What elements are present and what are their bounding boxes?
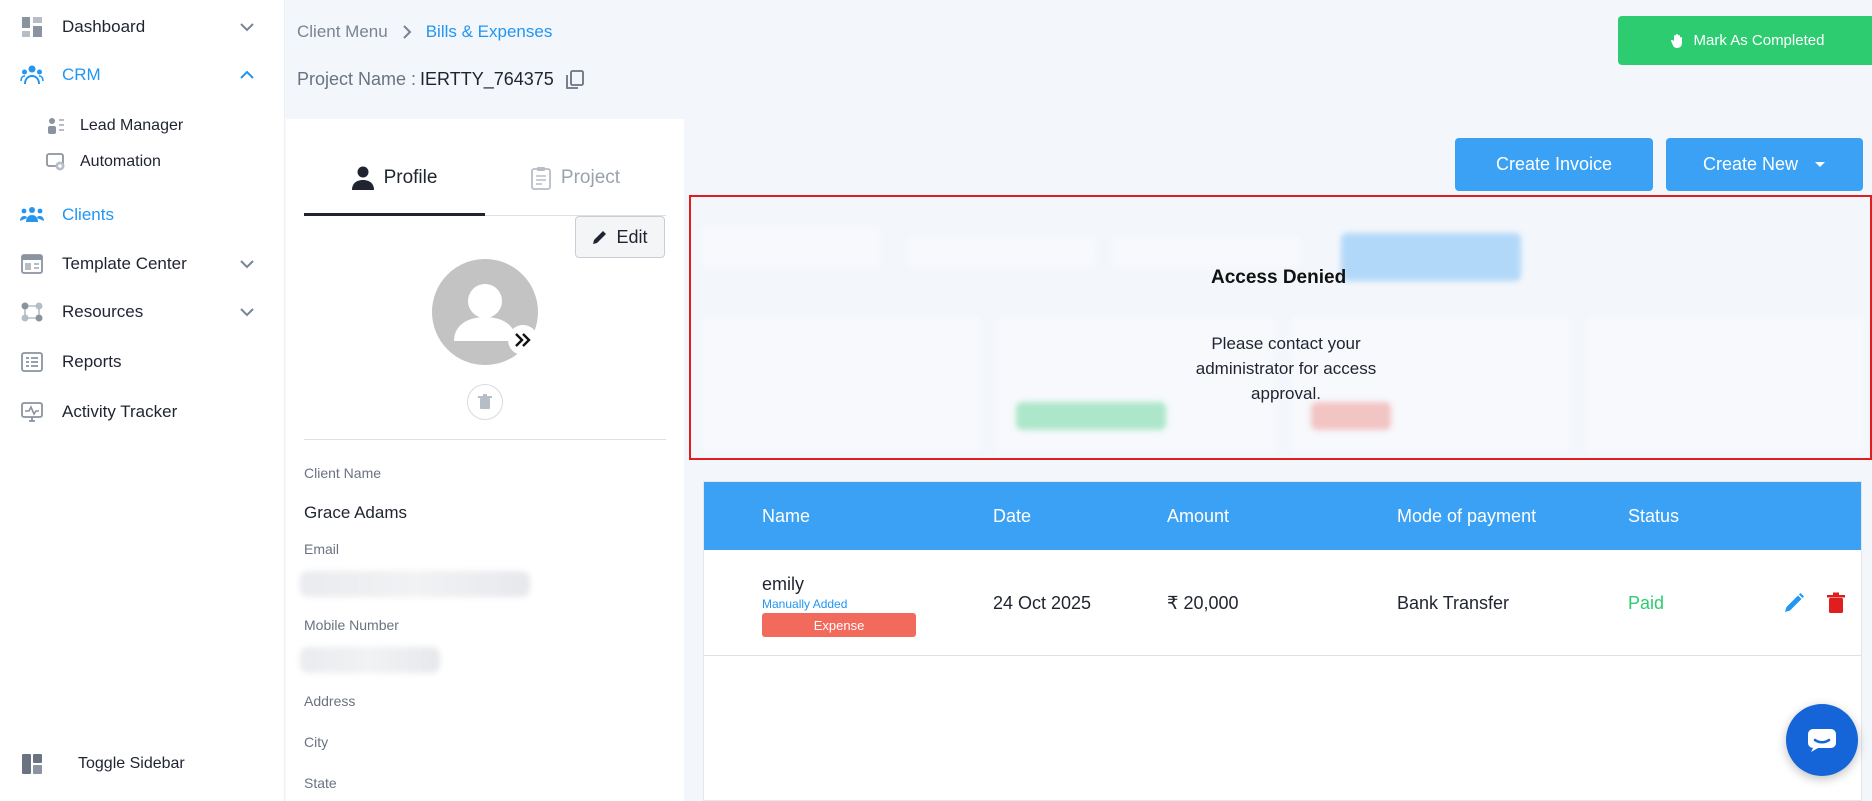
sidebar-item-clients[interactable]: Clients: [20, 197, 256, 233]
mobile-value-redacted: [300, 647, 440, 673]
project-name-label: Project Name :: [297, 69, 417, 89]
resources-icon: [20, 300, 44, 324]
automation-icon: [46, 152, 66, 172]
chevron-right-icon: [403, 25, 412, 39]
mark-as-completed-button[interactable]: Mark As Completed: [1618, 16, 1872, 65]
sidebar-item-dashboard[interactable]: Dashboard: [20, 9, 256, 45]
lead-manager-icon: [46, 116, 66, 136]
row-name: emily: [762, 574, 805, 594]
dashboard-icon: [20, 15, 44, 39]
breadcrumb: Client Menu Bills & Expenses: [297, 22, 552, 42]
tab-project[interactable]: Project: [485, 141, 666, 215]
breadcrumb-bills-expenses[interactable]: Bills & Expenses: [426, 22, 553, 42]
user-icon: [351, 166, 374, 190]
email-label: Email: [304, 541, 340, 557]
document-icon: [531, 167, 551, 190]
chevron-down-icon: [240, 260, 254, 269]
activity-tracker-icon: [20, 400, 44, 424]
avatar-expand-button[interactable]: [508, 325, 538, 355]
sidebar-item-label: CRM: [62, 65, 101, 84]
email-value-redacted: [300, 571, 530, 597]
sidebar: Dashboard CRM Lead Manager Automation Cl…: [0, 0, 285, 801]
toggle-sidebar-button[interactable]: Toggle Sidebar: [20, 746, 256, 782]
access-denied-message: Please contact your administrator for ac…: [1195, 334, 1377, 403]
create-new-button[interactable]: Create New: [1666, 138, 1863, 191]
edit-row-pencil-icon[interactable]: [1783, 592, 1805, 614]
chevron-up-icon: [240, 70, 254, 79]
access-denied-title: Access Denied: [1211, 267, 1347, 288]
clients-icon: [20, 203, 44, 227]
row-mode: Bank Transfer: [1397, 593, 1510, 613]
table-row[interactable]: emily Manually Added Expense 24 Oct 2025…: [704, 550, 1861, 656]
blurred-summary-background: [691, 197, 1870, 458]
sidebar-item-label: Lead Manager: [80, 117, 184, 134]
sidebar-item-label: Resources: [62, 302, 144, 321]
sidebar-item-label: Reports: [62, 352, 122, 371]
sidebar-item-lead-manager[interactable]: Lead Manager: [46, 111, 183, 141]
sidebar-item-resources[interactable]: Resources: [20, 294, 256, 330]
edit-label: Edit: [616, 226, 648, 247]
header-name: Name: [762, 506, 811, 526]
row-type-badge: Expense: [762, 613, 916, 637]
city-label: City: [304, 734, 329, 750]
edit-profile-button[interactable]: Edit: [575, 216, 665, 258]
trash-icon: [478, 394, 492, 409]
row-source-tag: Manually Added: [762, 597, 848, 611]
access-denied-panel: Access Denied Please contact your admini…: [689, 195, 1872, 460]
row-status: Paid: [1628, 593, 1665, 613]
state-label: State: [304, 775, 337, 791]
sidebar-item-label: Dashboard: [62, 17, 146, 36]
header-mode-of-payment: Mode of payment: [1397, 506, 1537, 526]
sidebar-item-label: Template Center: [62, 254, 187, 273]
template-icon: [20, 252, 44, 276]
profile-tabs: Profile Project: [304, 141, 666, 216]
header-status: Status: [1628, 506, 1680, 526]
sidebar-item-automation[interactable]: Automation: [46, 147, 161, 177]
sidebar-item-label: Clients: [62, 205, 114, 224]
sidebar-item-crm[interactable]: CRM: [20, 57, 256, 93]
profile-card: Profile Project Edit Client Name Grace A…: [286, 119, 684, 801]
breadcrumb-client-menu[interactable]: Client Menu: [297, 22, 388, 42]
header-date: Date: [993, 506, 1032, 526]
project-name-line: Project Name : IERTTY_764375: [297, 69, 584, 90]
caret-down-icon: [1815, 161, 1826, 167]
sidebar-item-template-center[interactable]: Template Center: [20, 246, 256, 282]
reports-icon: [20, 350, 44, 374]
mobile-number-label: Mobile Number: [304, 617, 399, 633]
chat-support-button[interactable]: [1786, 704, 1858, 776]
client-name-value: Grace Adams: [304, 503, 407, 522]
delete-row-trash-icon[interactable]: [1825, 592, 1847, 614]
tab-profile[interactable]: Profile: [304, 141, 485, 216]
project-name-value: IERTTY_764375: [420, 69, 554, 89]
avatar-delete-button[interactable]: [467, 384, 503, 420]
chevron-down-icon: [240, 308, 254, 317]
header-amount: Amount: [1167, 506, 1230, 526]
toggle-sidebar-icon: [20, 752, 44, 776]
row-date: 24 Oct 2025: [993, 593, 1092, 613]
row-amount: ₹ 20,000: [1167, 593, 1239, 613]
toggle-sidebar-label: Toggle Sidebar: [78, 755, 185, 772]
mark-as-completed-label: Mark As Completed: [1693, 32, 1825, 49]
sidebar-item-label: Activity Tracker: [62, 402, 178, 421]
tab-label: Project: [560, 167, 621, 188]
copy-icon[interactable]: [565, 69, 584, 90]
chevron-down-icon: [240, 23, 254, 32]
pencil-icon: [593, 231, 607, 244]
chat-icon: [1808, 729, 1836, 752]
divider: [304, 439, 666, 440]
tab-label: Profile: [383, 167, 438, 188]
sidebar-item-reports[interactable]: Reports: [20, 344, 256, 380]
bills-table: Name Date Amount Mode of payment Status …: [703, 481, 1862, 801]
address-label: Address: [304, 693, 356, 709]
sidebar-item-activity-tracker[interactable]: Activity Tracker: [20, 394, 256, 430]
crm-icon: [20, 63, 44, 87]
create-new-label: Create New: [1702, 154, 1799, 174]
hand-icon: [1670, 33, 1682, 48]
create-invoice-button[interactable]: Create Invoice: [1455, 138, 1653, 191]
double-chevron-right-icon: [515, 333, 531, 347]
sidebar-item-label: Automation: [80, 153, 161, 170]
client-name-label: Client Name: [304, 465, 382, 481]
table-header: Name Date Amount Mode of payment Status: [704, 482, 1861, 550]
